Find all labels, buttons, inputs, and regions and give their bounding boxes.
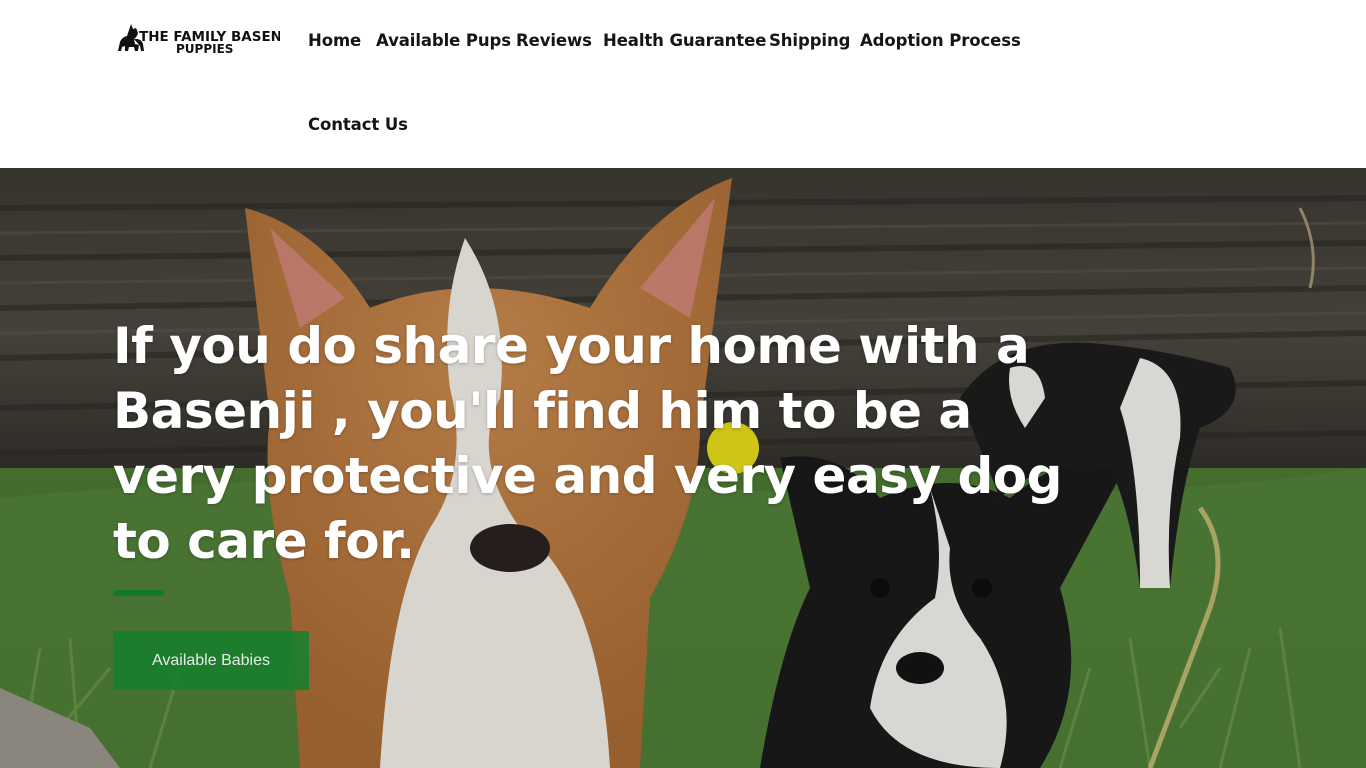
nav-health-guarantee[interactable]: Health Guarantee: [603, 31, 766, 50]
hero-section: If you do share your home with a Basenji…: [0, 168, 1366, 768]
basenji-dog-logo-icon: THE FAMILY BASENJI PUPPIES: [118, 24, 280, 56]
nav-contact-us[interactable]: Contact Us: [308, 115, 408, 134]
nav-reviews[interactable]: Reviews: [516, 31, 592, 50]
hero-headline: If you do share your home with a Basenji…: [113, 317, 1062, 570]
available-babies-button[interactable]: Available Babies: [113, 631, 309, 690]
headline-accent-bar: [113, 590, 164, 596]
site-header: THE FAMILY BASENJI PUPPIES Home Availabl…: [0, 0, 1366, 168]
nav-adoption-process[interactable]: Adoption Process: [860, 31, 1021, 50]
site-logo[interactable]: THE FAMILY BASENJI PUPPIES: [114, 20, 280, 56]
logo-text-line2: PUPPIES: [176, 42, 233, 56]
nav-home[interactable]: Home: [308, 31, 361, 50]
nav-available-pups[interactable]: Available Pups: [376, 31, 511, 50]
nav-shipping[interactable]: Shipping: [769, 31, 850, 50]
